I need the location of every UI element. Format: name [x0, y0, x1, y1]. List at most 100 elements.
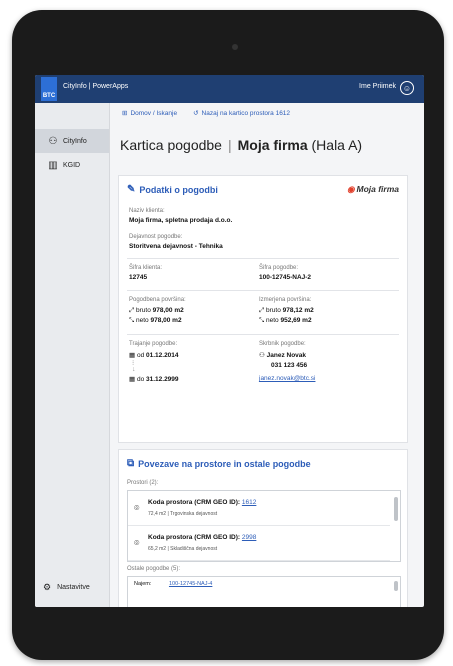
to-prefix: do — [136, 376, 145, 383]
location-pin-icon: ⌾ — [134, 503, 140, 513]
other-contract-row[interactable]: Najem: 100-12745-NAJ-4 — [134, 581, 212, 587]
main-content: ⊞ Domov / Iskanje ↺ Nazaj na kartico prost… — [110, 103, 424, 607]
title-separator: | — [227, 137, 232, 153]
contracted-net-row: ⤡ neto 978,00 m2 — [129, 317, 182, 325]
measured-gross-prefix: bruto — [266, 307, 281, 314]
contract-code-value: 100-12745-NAJ-2 — [259, 274, 312, 281]
contracted-area-label: Pogodbena površina: — [129, 297, 186, 303]
list-item[interactable]: ⌾ Koda prostora (CRM GEO ID): 1612 72,4 … — [128, 491, 390, 526]
manager-name: Janez Novak — [266, 352, 307, 359]
camera-dot — [232, 44, 238, 50]
contract-card: ✎ Podatki o pogodbi ◉ Moja firma Naziv kl… — [118, 175, 408, 443]
other-contracts-list[interactable]: Najem: 100-12745-NAJ-4 — [127, 576, 401, 607]
scrollbar[interactable] — [394, 497, 398, 521]
page-title-text: Kartica pogodbe — [120, 137, 222, 153]
duration-label: Trajanje pogodbe: — [129, 341, 178, 347]
spaces-list[interactable]: ⌾ Koda prostora (CRM GEO ID): 1612 72,4 … — [127, 490, 401, 562]
measured-gross-value: 978,12 m2 — [282, 307, 314, 314]
client-name-label: Naziv klienta: — [129, 208, 165, 214]
space-detail: 65,2 m2 | Skladiščna dejavnost — [148, 546, 218, 552]
links-card-title: Povezave na prostore in ostale pogodbe — [138, 458, 311, 469]
contracted-gross-prefix: bruto — [136, 307, 151, 314]
expand-arrows-icon: ⤢ — [259, 307, 267, 314]
calendar-icon: ▦ — [129, 376, 137, 383]
location-pin-icon: ⌾ — [134, 538, 140, 548]
sidebar: ⚇ CityInfo ▥ KGID ⚙ Nastavitve — [35, 103, 110, 607]
links-card-header: ⧉ Povezave na prostore in ostale pogodbe — [127, 458, 311, 469]
measured-gross-row: ⤢ bruto 978,12 m2 — [259, 307, 314, 315]
btc-logo: BTC — [41, 77, 57, 101]
settings-button[interactable]: ⚙ Nastavitve — [43, 582, 90, 593]
client-name-value: Moja firma, spletna prodaja d.o.o. — [129, 217, 233, 224]
activity-label: Dejavnost pogodbe: — [129, 234, 183, 240]
contracted-gross-value: 978,00 m2 — [152, 307, 184, 314]
other-contracts-label: Ostale pogodbe (5): — [127, 566, 181, 572]
spaces-label: Prostori (2): — [127, 480, 159, 486]
contracted-gross-row: ⤢ bruto 978,00 m2 — [129, 307, 184, 315]
divider — [127, 334, 399, 335]
manager-email-link[interactable]: janez.novak@btc.si — [259, 375, 315, 382]
divider — [127, 290, 399, 291]
brand-name: Moja firma — [356, 184, 399, 194]
other-contract-link[interactable]: 100-12745-NAJ-4 — [169, 581, 212, 587]
space-code-link[interactable]: 1612 — [242, 499, 256, 506]
other-contract-type: Najem: — [134, 581, 152, 587]
expand-arrows-icon: ⤢ — [129, 307, 137, 314]
user-name[interactable]: Ime Priimek — [359, 83, 396, 90]
breadcrumb: ⊞ Domov / Iskanje ↺ Nazaj na kartico prost… — [122, 109, 290, 117]
contract-card-header: ✎ Podatki o pogodbi — [127, 184, 218, 195]
measured-net-row: ⤡ neto 952,69 m2 — [259, 317, 312, 325]
contracted-net-prefix: neto — [136, 317, 149, 324]
to-date-row: ▦ do 31.12.2999 — [129, 375, 179, 383]
tablet-device: BTC CityInfo | PowerApps Ime Priimek ☺ ⚇… — [12, 10, 444, 660]
page-title: Kartica pogodbe | Moja firma (Hala A) — [120, 137, 362, 153]
space-detail: 72,4 m2 | Trgovinska dejavnost — [148, 511, 218, 517]
space-title-prefix: Koda prostora (CRM GEO ID): — [148, 499, 241, 506]
home-link-label: Domov / Iskanje — [130, 110, 178, 117]
list-item[interactable]: ⌾ Koda prostora (CRM GEO ID): 2998 65,2 … — [128, 526, 390, 561]
from-date-row: ▦ od 01.12.2014 — [129, 351, 179, 359]
measured-net-prefix: neto — [266, 317, 279, 324]
manager-phone[interactable]: 031 123 456 — [271, 362, 307, 369]
space-title: Koda prostora (CRM GEO ID): 2998 — [148, 534, 256, 541]
links-card: ⧉ Povezave na prostore in ostale pogodbe… — [118, 449, 408, 607]
user-avatar-icon[interactable]: ☺ — [400, 81, 414, 95]
contract-card-title: Podatki o pogodbi — [139, 184, 218, 195]
client-code-value: 12745 — [129, 274, 148, 281]
back-link[interactable]: ↺ Nazaj na kartico prostora 1612 — [193, 109, 290, 117]
person-icon: ⚇ — [48, 135, 58, 147]
app-title: CityInfo | PowerApps — [63, 83, 129, 90]
manager-name-row: ⚇ Janez Novak — [259, 351, 306, 359]
back-link-label: Nazaj na kartico prostora 1612 — [201, 110, 291, 117]
sidebar-item-kgid[interactable]: ▥ KGID — [35, 153, 109, 177]
document-edit-icon: ✎ — [127, 184, 136, 195]
to-date-value: 31.12.2999 — [146, 376, 179, 383]
home-link[interactable]: ⊞ Domov / Iskanje — [122, 109, 177, 117]
sidebar-item-label: CityInfo — [63, 137, 87, 145]
brand-mark-icon: ◉ — [347, 184, 355, 194]
manager-label: Skrbnik pogodbe: — [259, 341, 306, 347]
external-link-icon: ⧉ — [127, 458, 135, 469]
space-title: Koda prostora (CRM GEO ID): 1612 — [148, 499, 256, 506]
space-title-prefix: Koda prostora (CRM GEO ID): — [148, 534, 241, 541]
from-prefix: od — [136, 352, 145, 359]
contract-code-label: Šifra pogodbe: — [259, 265, 299, 271]
collapse-arrows-icon: ⤡ — [259, 317, 267, 324]
page-title-hall: (Hala A) — [311, 137, 363, 153]
scrollbar[interactable] — [394, 581, 398, 591]
measured-area-label: Izmerjena površina: — [259, 297, 312, 303]
space-code-link[interactable]: 2998 — [242, 534, 256, 541]
app-screen: BTC CityInfo | PowerApps Ime Priimek ☺ ⚇… — [35, 75, 424, 607]
activity-value: Storitvena dejavnost - Tehnika — [129, 243, 223, 250]
from-date-value: 01.12.2014 — [146, 352, 179, 359]
undo-icon: ↺ — [193, 110, 199, 117]
page-title-firm: Moja firma — [237, 137, 308, 153]
client-code-label: Šifra klienta: — [129, 265, 163, 271]
settings-label: Nastavitve — [57, 584, 90, 591]
collapse-arrows-icon: ⤡ — [129, 317, 137, 324]
sidebar-item-cityinfo[interactable]: ⚇ CityInfo — [35, 129, 109, 153]
person-icon: ⚇ — [259, 352, 267, 359]
calendar-icon: ▦ — [129, 352, 137, 359]
timeline-connector: ⁝ ↓ — [132, 360, 136, 373]
measured-net-value: 952,69 m2 — [280, 317, 312, 324]
